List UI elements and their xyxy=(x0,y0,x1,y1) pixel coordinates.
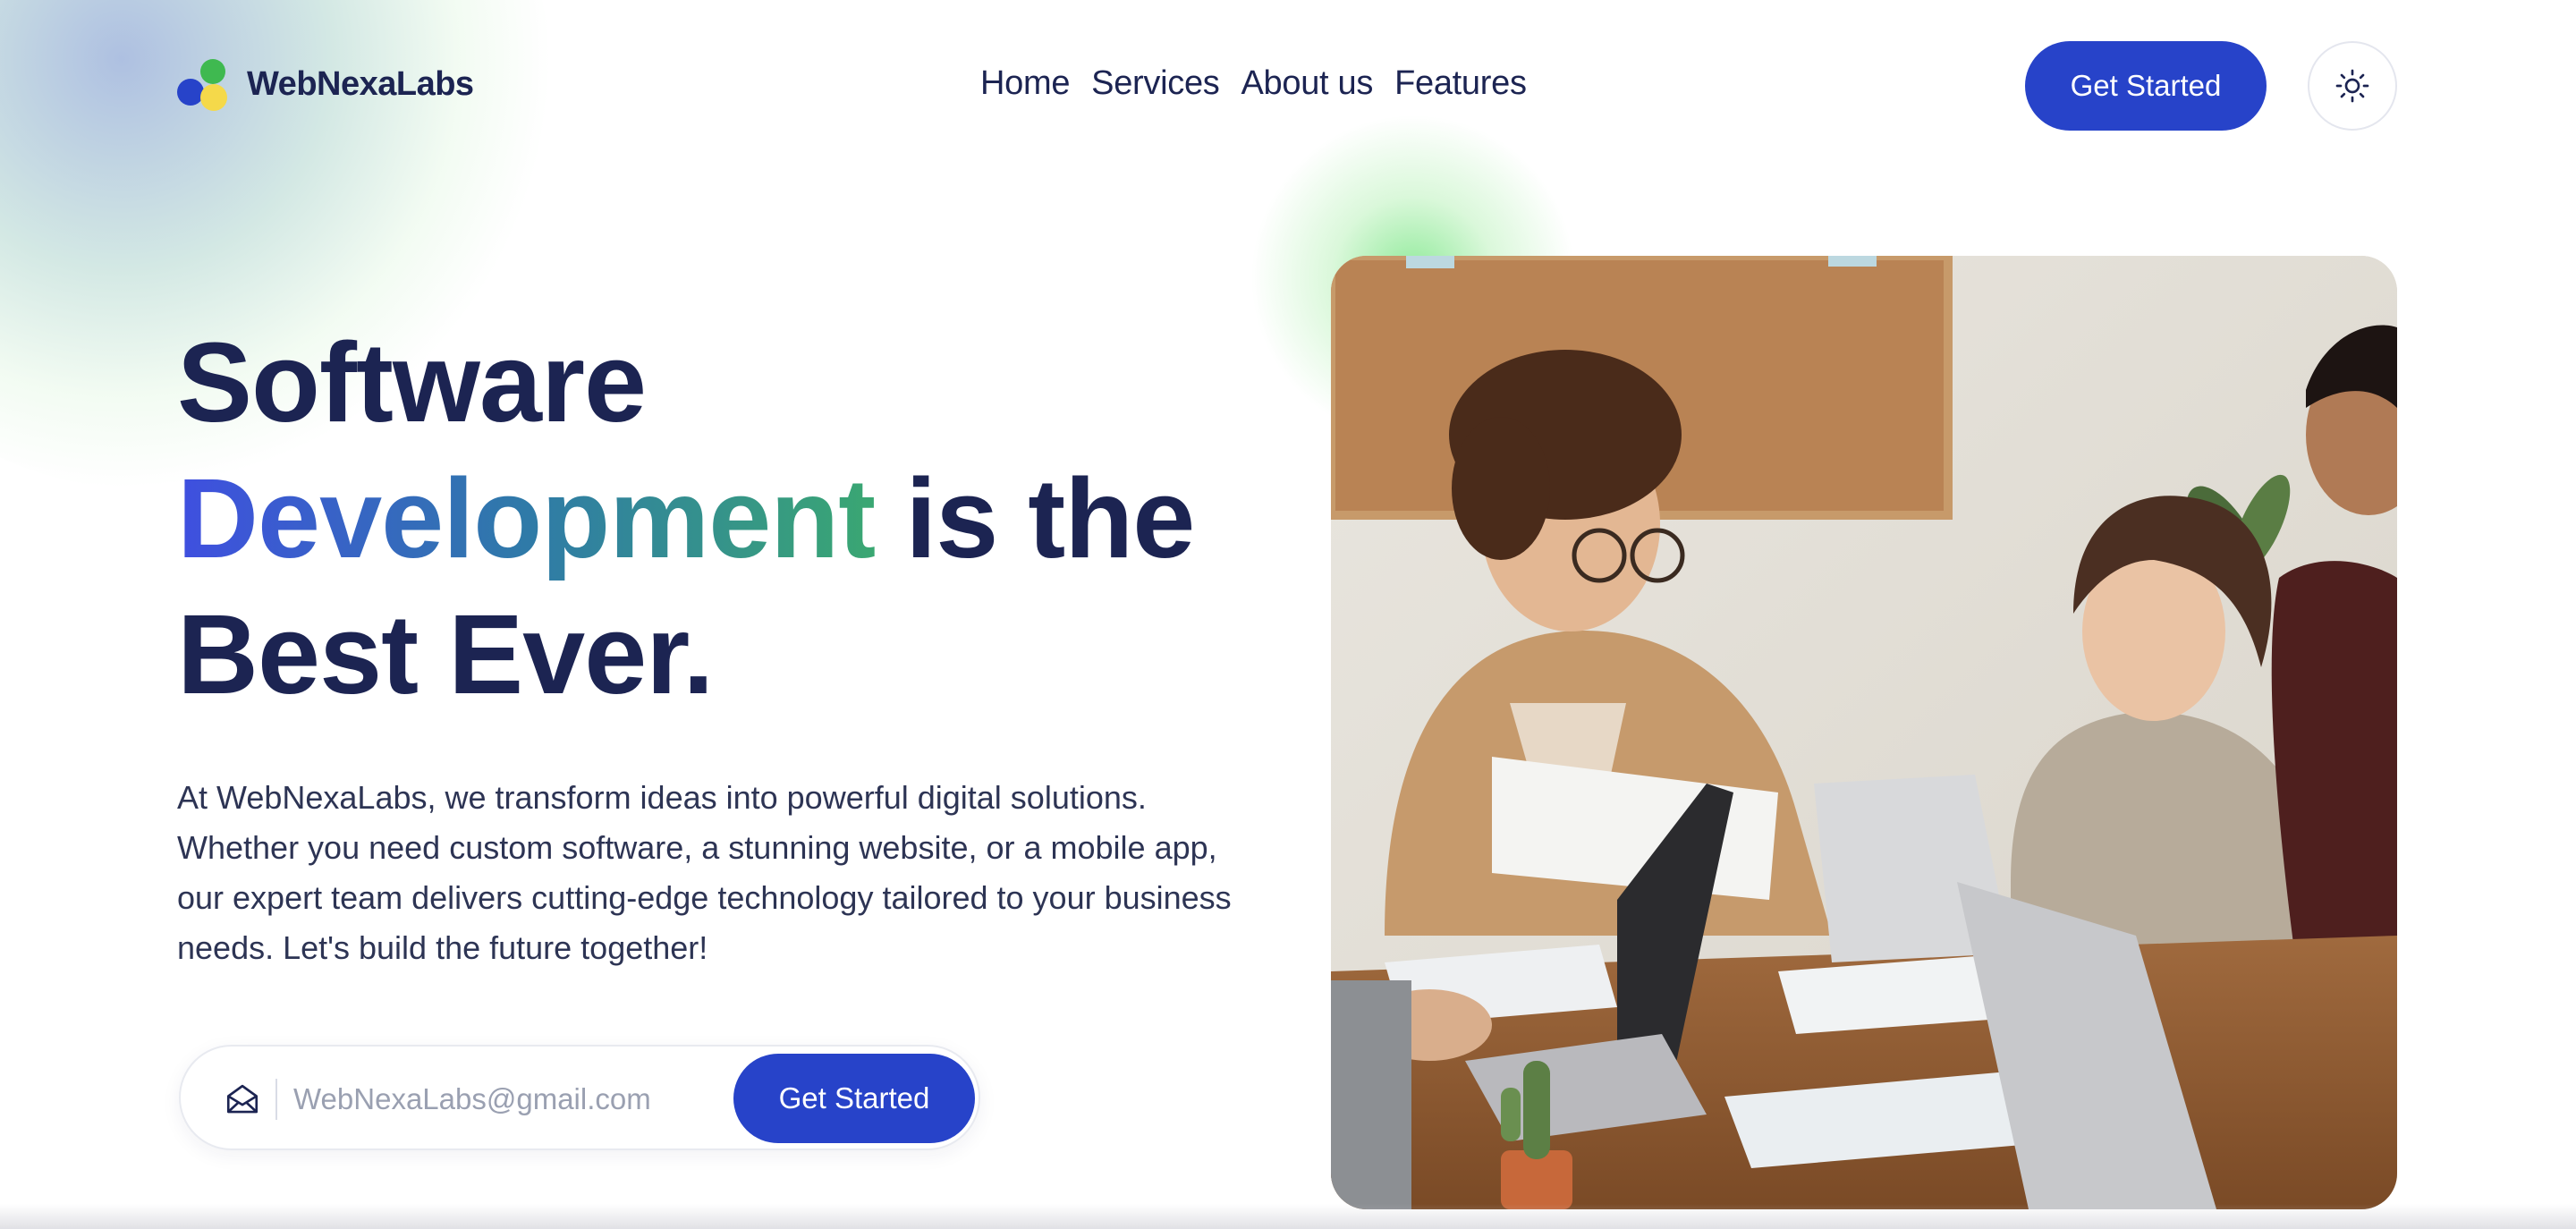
landing-page: WebNexaLabs Home Services About us Featu… xyxy=(0,0,2576,1229)
email-input[interactable] xyxy=(293,1073,723,1125)
brand-logo[interactable]: WebNexaLabs xyxy=(177,57,474,111)
nav-services[interactable]: Services xyxy=(1091,64,1220,103)
main-nav: Home Services About us Features xyxy=(980,64,1527,103)
page-bottom-shadow xyxy=(0,1204,2576,1229)
envelope-icon xyxy=(226,1084,258,1114)
headline-highlight-word: Development xyxy=(177,455,876,581)
input-divider xyxy=(275,1079,277,1120)
headline-line-1: Software xyxy=(177,319,647,445)
nav-features[interactable]: Features xyxy=(1394,64,1527,103)
sun-icon xyxy=(2335,69,2369,103)
signup-get-started-button[interactable]: Get Started xyxy=(733,1054,975,1143)
nav-home[interactable]: Home xyxy=(980,64,1070,103)
headline-line-2: Development is the xyxy=(177,451,1304,587)
hero-description: At WebNexaLabs, we transform ideas into … xyxy=(177,779,1232,966)
hero-team-photo xyxy=(1331,256,2397,1209)
theme-toggle-button[interactable] xyxy=(2308,41,2397,131)
headline-line-3: Best Ever. xyxy=(177,591,714,717)
nav-about-us[interactable]: About us xyxy=(1241,64,1373,103)
brand-name: WebNexaLabs xyxy=(247,64,474,103)
site-header: WebNexaLabs Home Services About us Featu… xyxy=(0,0,2576,172)
logo-icon xyxy=(177,57,231,111)
email-signup-form: Get Started xyxy=(179,1045,980,1150)
hero-headline: Software Development is the Best Ever. xyxy=(177,315,1304,723)
team-meeting-illustration xyxy=(1331,256,2397,1209)
headline-line-2-rest: is the xyxy=(905,455,1195,581)
header-get-started-button[interactable]: Get Started xyxy=(2025,41,2267,131)
